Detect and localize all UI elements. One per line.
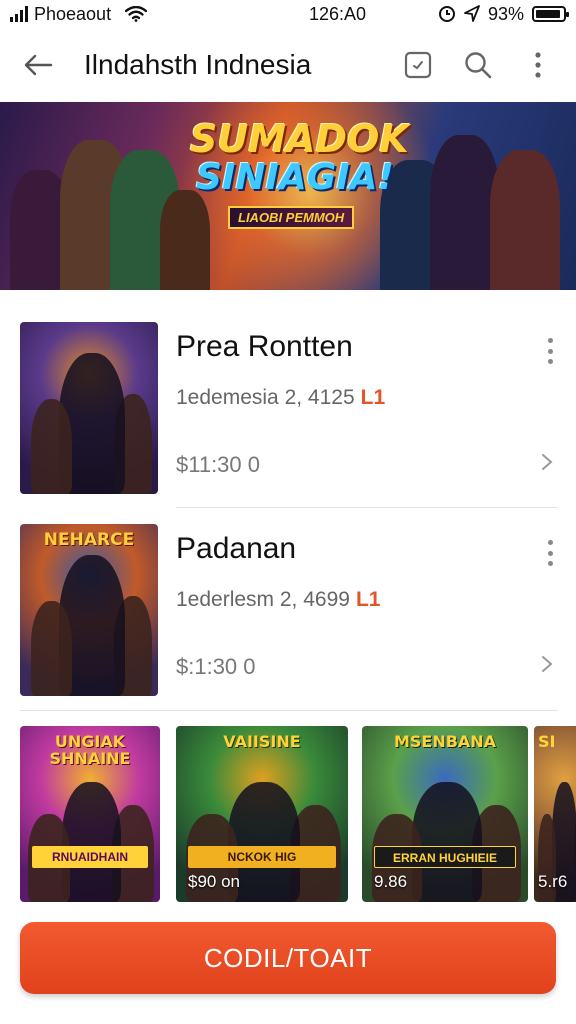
thumbnail-label: NEHARCE [43,530,135,550]
carrier-label: Phoeaout [34,3,112,24]
battery-icon [531,6,569,22]
featured-carousel[interactable]: UNGIAK SHNAINE RNUAIDHAIN VAIISINE NCKOK… [20,726,576,902]
item-more-button[interactable] [542,536,558,570]
tile-plate: NCKOK HIG [188,846,336,868]
item-subtitle: 1edemesia 2, 4125 L1 [176,386,385,410]
tile-plate: ERRAN HUGHIEIE [374,846,516,868]
status-left: Phoeaout [10,3,148,25]
item-more-button[interactable] [542,334,558,368]
tile-title: UNGIAK SHNAINE [49,732,131,768]
box-button[interactable] [398,45,438,85]
tile-title: SI [538,732,556,751]
character-figure [411,782,482,902]
item-title: Padanan [176,532,297,565]
list-divider [20,710,558,711]
more-vertical-icon [535,52,541,78]
clock: 126:A0 [308,3,367,24]
arrow-left-icon [24,54,53,76]
list-item[interactable]: Prea Rontten 1edemesia 2, 4125 L1 $11:30 … [0,304,576,504]
character-figure [62,782,121,902]
signal-icon [10,6,28,22]
page-title: Ilndahsth Indnesia [84,49,312,80]
thumbnail-art [20,322,158,494]
banner-tagline: LIAOBI PEMMOH [228,206,355,229]
box-icon [404,51,432,79]
item-thumbnail [20,322,158,494]
tile-title: VAIISINE [223,732,301,751]
location-icon [464,5,480,22]
status-bar: Phoeaout 126:A0 93% [0,0,576,28]
promo-banner[interactable]: SUMADOK SINIAGIA! LIAOBI PEMMOH [0,102,576,290]
featured-tile[interactable]: MSENBANA ERRAN HUGHIEIE 9.86 [362,726,528,902]
list-item[interactable]: NEHARCE Padanan 1ederlesm 2, 4699 L1 $:1:… [0,506,576,706]
banner-hero-7 [490,150,560,290]
item-price: $11:30 0 [176,452,261,477]
item-thumbnail: NEHARCE [20,524,158,696]
tile-price: $90 on [188,872,240,891]
tile-price: 9.86 [374,872,408,891]
item-price: $:1:30 0 [176,654,256,679]
chevron-right-icon[interactable] [538,652,556,676]
featured-tile[interactable]: VAIISINE NCKOK HIG $90 on [176,726,348,902]
item-title: Prea Rontten [176,330,353,363]
status-right: 93% [438,3,569,25]
banner-hero-4 [160,190,210,290]
banner-headline-line1: SUMADOK [190,117,409,161]
banner-headline: SUMADOK SINIAGIA! [190,117,409,198]
app-header: Ilndahsth Indnesia [0,30,576,100]
featured-tile[interactable]: SI 5.r6 [534,726,576,902]
tile-title: MSENBANA [393,732,497,751]
chevron-right-icon[interactable] [538,450,556,474]
character-figure [31,399,73,494]
thumbnail-art: NEHARCE [20,524,158,696]
item-subtitle: 1ederlesm 2, 4699 L1 [176,588,380,612]
battery-percent: 93% [487,3,524,24]
primary-cta-button[interactable]: CODIL/TOAIT [20,922,556,994]
featured-tile[interactable]: UNGIAK SHNAINE RNUAIDHAIN [20,726,160,902]
search-icon [465,52,492,79]
wifi-icon [125,6,148,22]
search-button[interactable] [458,45,498,85]
back-button[interactable] [18,45,58,85]
item-subtitle-text: 1edemesia 2, 4125 [176,386,355,409]
item-flag: L1 [355,588,381,611]
banner-headline-line2: SINIAGIA! [196,157,394,198]
tile-plate: RNUAIDHAIN [32,846,148,868]
character-figure [31,601,73,696]
alarm-icon [438,6,455,22]
tile-price: 5.r6 [538,872,568,891]
battery-fill [535,10,561,18]
item-flag: L1 [360,386,386,409]
item-subtitle-text: 1ederlesm 2, 4699 [176,588,350,611]
more-button[interactable] [518,45,558,85]
